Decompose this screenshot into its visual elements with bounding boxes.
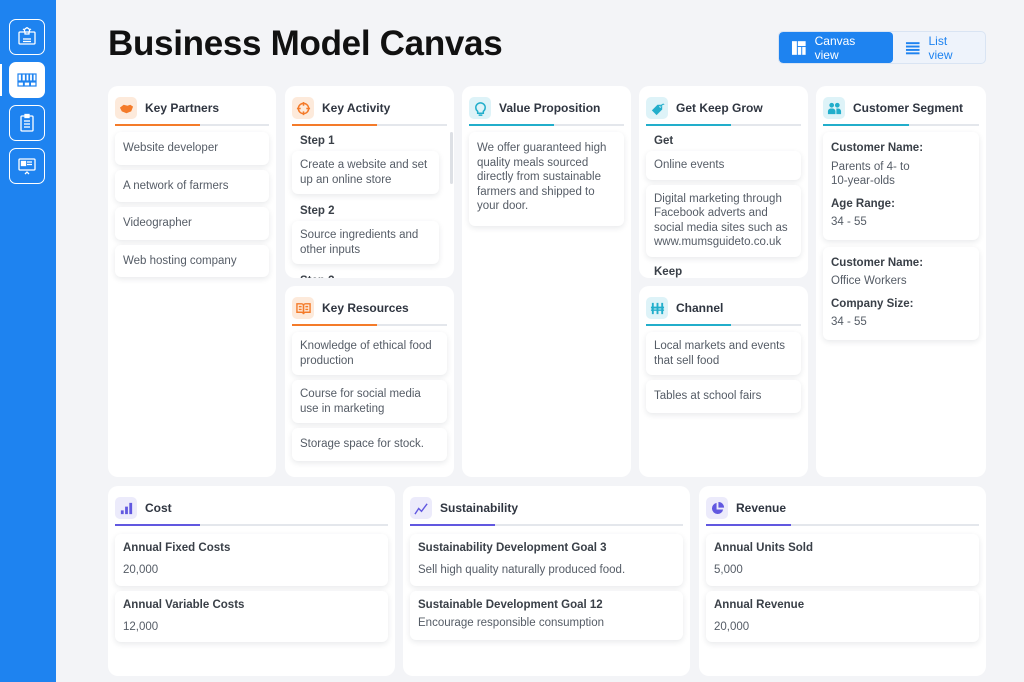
panel-title: Key Partners <box>145 101 220 115</box>
lightbulb-icon <box>469 97 491 119</box>
field-value: Parents of 4- to 10-year-olds <box>831 160 910 188</box>
cost-panel: Cost Annual Fixed Costs 20,000 Annual Va… <box>108 486 395 676</box>
field-value: 34 - 55 <box>831 316 867 328</box>
revenue-card[interactable]: Annual Units Sold 5,000 <box>706 534 979 586</box>
revenue-card[interactable]: Annual Revenue 20,000 <box>706 590 979 642</box>
card-value: Sell high quality naturally produced foo… <box>418 564 626 576</box>
sidebar-item-ideas[interactable] <box>9 19 45 55</box>
active-indicator <box>0 64 2 96</box>
presentation-icon <box>18 158 36 175</box>
field-label: Company Size: <box>831 297 914 310</box>
value-proposition-panel: Value Proposition We offer guaranteed hi… <box>462 86 631 477</box>
panel-title: Revenue <box>736 501 787 515</box>
section-label: Get <box>654 135 674 147</box>
list-item[interactable]: Web hosting company <box>115 244 269 277</box>
field-value: 34 - 55 <box>831 216 867 228</box>
list-icon <box>905 41 920 54</box>
scrollbar[interactable] <box>450 132 453 184</box>
list-item[interactable]: We offer guaranteed high quality meals s… <box>469 132 624 226</box>
customer-card[interactable]: Customer Name: Office Workers Company Si… <box>823 246 979 340</box>
clipboard-icon <box>20 113 34 132</box>
cost-card[interactable]: Annual Variable Costs 12,000 <box>115 590 388 642</box>
users-icon <box>823 97 845 119</box>
card-label: Annual Variable Costs <box>123 598 245 611</box>
trend-line-icon <box>410 497 432 519</box>
card-value: 12,000 <box>123 620 159 633</box>
list-item[interactable]: Knowledge of ethical food production <box>292 332 447 375</box>
view-toggle: Canvas view List view <box>778 31 986 64</box>
card-value: Encourage responsible consumption <box>418 616 605 629</box>
list-item[interactable]: Online events <box>646 151 801 180</box>
canvas-view-label: Canvas view <box>814 33 856 62</box>
channel-icon <box>646 297 668 319</box>
card-value: 20,000 <box>123 564 159 576</box>
channel-panel: Channel Local markets and events that se… <box>639 286 808 477</box>
section-label: Keep <box>654 265 683 278</box>
panel-title: Get Keep Grow <box>676 101 763 115</box>
card-label: Sustainable Development Goal 12 <box>418 598 603 611</box>
book-icon <box>292 297 314 319</box>
step-label: Step 2 <box>300 205 335 217</box>
panel-title: Value Proposition <box>499 101 601 115</box>
sidebar-item-presentation[interactable] <box>9 148 45 184</box>
key-partners-panel: Key Partners Website developer A network… <box>108 86 276 477</box>
step-item[interactable]: Create a website and set up an online st… <box>292 151 439 194</box>
canvas-view-button[interactable]: Canvas view <box>779 32 893 63</box>
card-value: 20,000 <box>714 620 750 633</box>
revenue-panel: Revenue Annual Units Sold 5,000 Annual R… <box>699 486 986 676</box>
key-activity-panel: Key Activity Step 1 Create a website and… <box>285 86 454 278</box>
lightbulb-board-icon <box>18 27 36 45</box>
field-label: Customer Name: <box>831 142 924 154</box>
sidebar-item-checklist[interactable] <box>9 105 45 141</box>
bar-chart-icon <box>115 497 137 519</box>
card-value: 5,000 <box>714 564 743 576</box>
step-item[interactable]: Source ingredients and other inputs <box>292 221 439 264</box>
list-item[interactable]: A network of farmers <box>115 169 269 202</box>
panel-title: Key Activity <box>322 101 391 115</box>
list-item[interactable]: Storage space for stock. <box>292 428 447 461</box>
list-item[interactable]: Course for social media use in marketing <box>292 380 447 423</box>
sustainability-panel: Sustainability Sustainability Developmen… <box>403 486 690 676</box>
card-label: Annual Revenue <box>714 598 805 611</box>
field-value: Office Workers <box>831 275 907 287</box>
customer-card[interactable]: Customer Name: Parents of 4- to 10-year-… <box>823 132 979 240</box>
target-icon <box>292 97 314 119</box>
sidebar <box>0 0 56 682</box>
canvas-grid-icon <box>17 73 37 87</box>
list-item[interactable]: Videographer <box>115 207 269 240</box>
card-label: Annual Units Sold <box>714 542 814 554</box>
pie-chart-icon <box>706 497 728 519</box>
get-keep-grow-panel: Get Keep Grow Get Online events Digital … <box>639 86 808 278</box>
page-title: Business Model Canvas <box>108 24 503 63</box>
panel-title: Key Resources <box>322 301 409 315</box>
panel-title: Cost <box>145 501 172 515</box>
list-item[interactable]: Website developer <box>115 132 269 165</box>
field-label: Customer Name: <box>831 256 924 269</box>
sidebar-item-canvas[interactable] <box>9 62 45 98</box>
goal-card[interactable]: Sustainability Development Goal 3 Sell h… <box>410 534 683 586</box>
card-label: Annual Fixed Costs <box>123 542 231 554</box>
panel-title: Sustainability <box>440 501 519 515</box>
canvas-layout-icon <box>791 40 806 55</box>
customer-segment-panel: Customer Segment Customer Name: Parents … <box>816 86 986 477</box>
list-item[interactable]: Digital marketing through Facebook adver… <box>646 184 801 257</box>
card-label: Sustainability Development Goal 3 <box>418 542 607 554</box>
list-view-button[interactable]: List view <box>893 32 985 63</box>
tag-icon <box>646 97 668 119</box>
step-label: Step 1 <box>300 135 335 147</box>
cost-card[interactable]: Annual Fixed Costs 20,000 <box>115 534 388 586</box>
goal-card[interactable]: Sustainable Development Goal 12 Encourag… <box>410 590 683 640</box>
panel-title: Channel <box>676 301 724 315</box>
handshake-icon <box>115 97 137 119</box>
key-resources-panel: Key Resources Knowledge of ethical food … <box>285 286 454 477</box>
list-item[interactable]: Tables at school fairs <box>646 380 801 413</box>
field-label: Age Range: <box>831 197 895 210</box>
list-item[interactable]: Local markets and events that sell food <box>646 332 801 375</box>
panel-title: Customer Segment <box>853 101 964 115</box>
list-view-label: List view <box>928 33 953 62</box>
step-label: Step 3 <box>292 269 447 278</box>
